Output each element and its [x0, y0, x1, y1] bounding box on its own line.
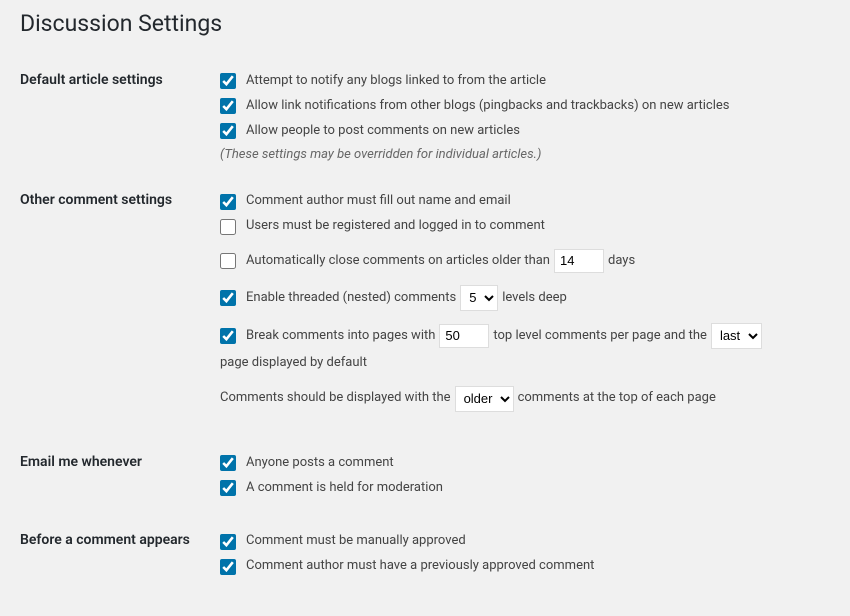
pingback-flag-label: Attempt to notify any blogs linked to fr… [246, 71, 546, 92]
other-comment-heading: Other comment settings [20, 177, 220, 438]
threaded-checkbox[interactable] [220, 290, 236, 306]
comments-notify-row[interactable]: Anyone posts a comment [220, 453, 830, 474]
ping-status-row[interactable]: Allow link notifications from other blog… [220, 96, 830, 117]
other-comment-fieldset: Comment author must fill out name and em… [220, 187, 830, 423]
close-old-before-label: Automatically close comments on articles… [246, 251, 550, 272]
order-before-label: Comments should be displayed with the [220, 388, 451, 409]
close-old-row[interactable]: Automatically close comments on articles… [220, 249, 830, 273]
threaded-levels-select[interactable]: 5 [460, 285, 498, 311]
pingback-flag-checkbox[interactable] [220, 73, 236, 89]
ping-status-checkbox[interactable] [220, 98, 236, 114]
paged-per-page-input[interactable] [439, 324, 489, 348]
comments-notify-checkbox[interactable] [220, 455, 236, 471]
require-name-email-label: Comment author must fill out name and em… [246, 191, 511, 212]
paged-before-label: Break comments into pages with [246, 326, 435, 347]
email-me-fieldset: Anyone posts a comment A comment is held… [220, 449, 830, 503]
comments-notify-label: Anyone posts a comment [246, 453, 394, 474]
moderation-notify-label: A comment is held for moderation [246, 478, 443, 499]
close-old-days-input[interactable] [554, 249, 604, 273]
default-article-fieldset: Attempt to notify any blogs linked to fr… [220, 67, 830, 162]
paged-after-label: page displayed by default [220, 353, 367, 374]
comment-status-row[interactable]: Allow people to post comments on new art… [220, 121, 830, 142]
require-registration-checkbox[interactable] [220, 219, 236, 235]
threaded-before-label: Enable threaded (nested) comments [246, 288, 456, 309]
comment-previously-row[interactable]: Comment author must have a previously ap… [220, 556, 830, 577]
before-appears-heading: Before a comment appears [20, 517, 220, 596]
paged-default-page-select[interactable]: last [711, 323, 762, 349]
comment-previously-checkbox[interactable] [220, 559, 236, 575]
threaded-after-label: levels deep [502, 288, 567, 309]
default-article-note: (These settings may be overridden for in… [220, 147, 830, 162]
page-title: Discussion Settings [20, 10, 830, 37]
close-old-after-label: days [608, 251, 635, 272]
require-name-email-row[interactable]: Comment author must fill out name and em… [220, 191, 830, 212]
comment-status-checkbox[interactable] [220, 123, 236, 139]
paged-checkbox[interactable] [220, 328, 236, 344]
comment-moderation-row[interactable]: Comment must be manually approved [220, 531, 830, 552]
settings-table: Default article settings Attempt to noti… [20, 57, 830, 596]
comment-previously-label: Comment author must have a previously ap… [246, 556, 594, 577]
email-me-heading: Email me whenever [20, 439, 220, 518]
moderation-notify-checkbox[interactable] [220, 480, 236, 496]
comment-moderation-checkbox[interactable] [220, 534, 236, 550]
comment-moderation-label: Comment must be manually approved [246, 531, 466, 552]
close-old-checkbox[interactable] [220, 253, 236, 269]
order-row: Comments should be displayed with the ol… [220, 386, 830, 412]
paged-row[interactable]: Break comments into pages with top level… [220, 323, 830, 374]
require-registration-row[interactable]: Users must be registered and logged in t… [220, 216, 830, 237]
default-article-heading: Default article settings [20, 57, 220, 177]
pingback-flag-row[interactable]: Attempt to notify any blogs linked to fr… [220, 71, 830, 92]
require-registration-label: Users must be registered and logged in t… [246, 216, 545, 237]
require-name-email-checkbox[interactable] [220, 194, 236, 210]
threaded-row[interactable]: Enable threaded (nested) comments 5 leve… [220, 285, 830, 311]
order-select[interactable]: older [455, 386, 514, 412]
order-after-label: comments at the top of each page [518, 388, 716, 409]
paged-mid-label: top level comments per page and the [493, 326, 707, 347]
moderation-notify-row[interactable]: A comment is held for moderation [220, 478, 830, 499]
before-appears-fieldset: Comment must be manually approved Commen… [220, 527, 830, 581]
comment-status-label: Allow people to post comments on new art… [246, 121, 520, 142]
ping-status-label: Allow link notifications from other blog… [246, 96, 730, 117]
